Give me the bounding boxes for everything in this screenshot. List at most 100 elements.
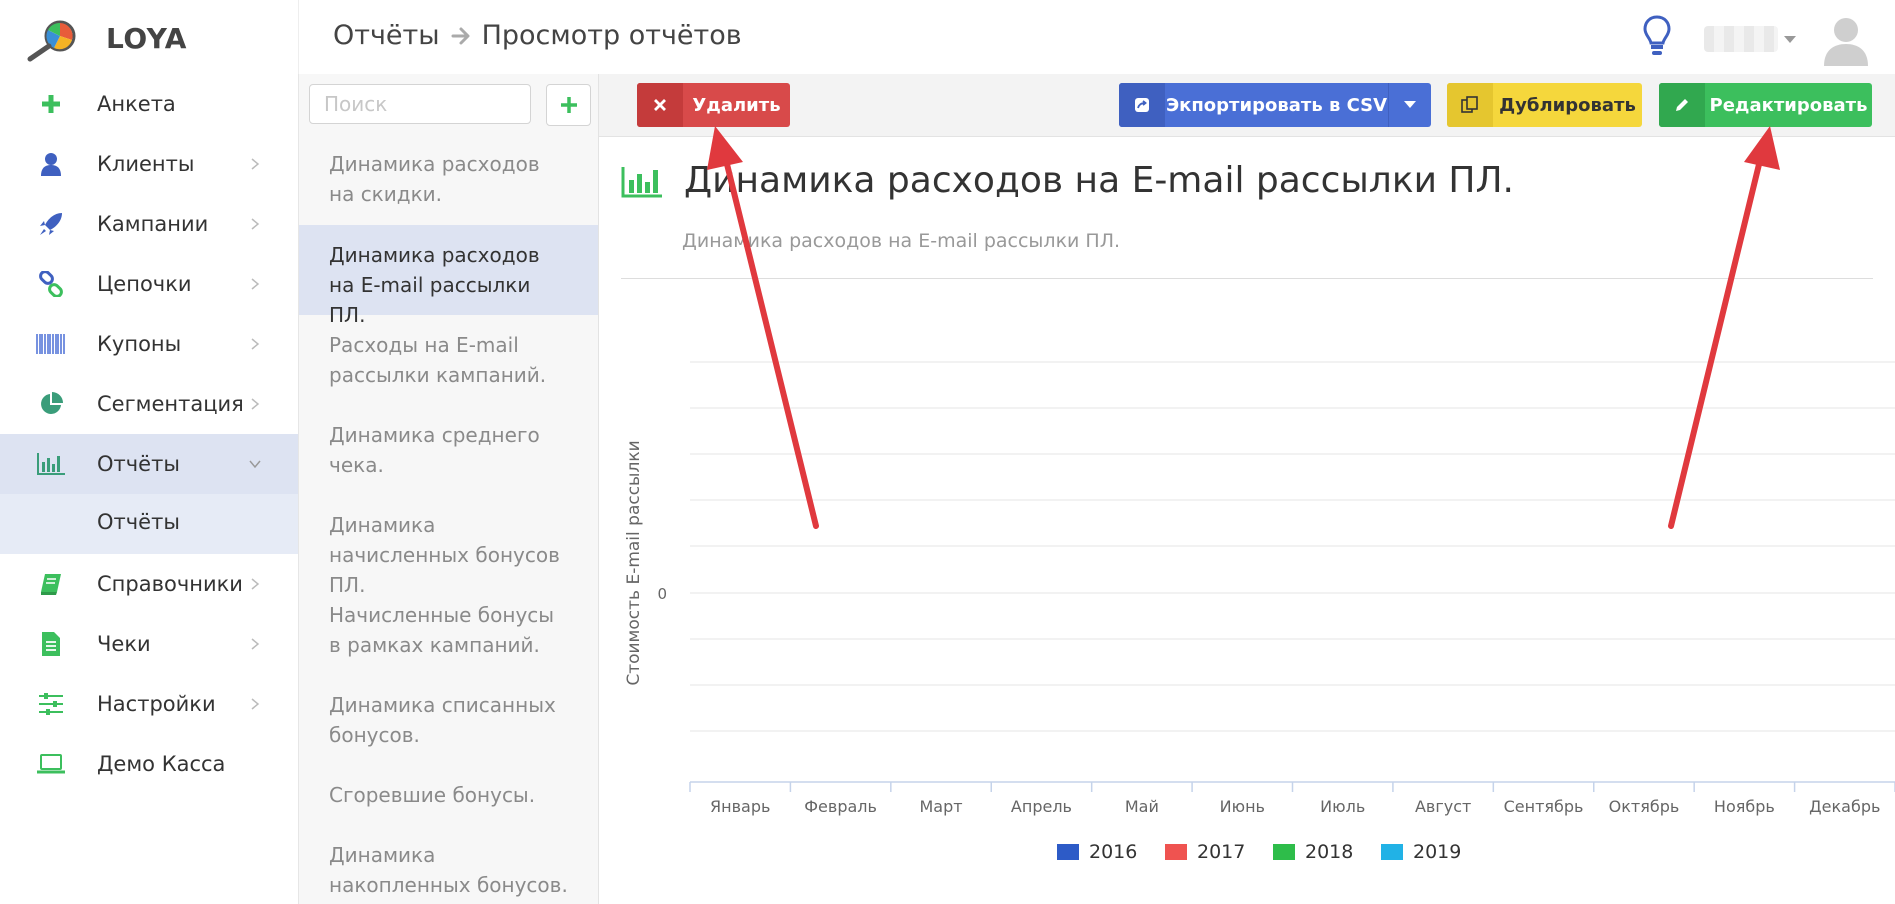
sidebar-item-settings[interactable]: Настройки xyxy=(0,674,298,734)
sidebar-item-campaigns[interactable]: Кампании xyxy=(0,194,298,254)
sidebar-item-label: Кампании xyxy=(97,212,209,236)
x-tick-label: Февраль xyxy=(804,797,877,816)
list-item[interactable]: Динамика списанных бонусов. xyxy=(299,675,598,765)
copy-icon xyxy=(1447,83,1493,127)
breadcrumb: Отчёты Просмотр отчётов xyxy=(333,20,742,51)
sidebar-item-reports[interactable]: Отчёты xyxy=(0,434,298,494)
breadcrumb-current: Просмотр отчётов xyxy=(481,20,742,51)
duplicate-button-label: Дублировать xyxy=(1499,94,1636,116)
book-icon xyxy=(36,570,66,598)
sidebar-subitem-label: Отчёты xyxy=(97,510,180,534)
list-item[interactable]: Динамика накопленных бонусов. xyxy=(299,825,598,904)
sidebar-item-segmentation[interactable]: Сегментация xyxy=(0,374,298,434)
sidebar-item-label: Демо Касса xyxy=(97,752,226,776)
close-icon xyxy=(637,83,683,127)
chevron-down-icon[interactable] xyxy=(1784,36,1796,43)
sidebar-item-demo-pos[interactable]: Демо Касса xyxy=(0,734,298,794)
sidebar-item-label: Отчёты xyxy=(97,452,180,476)
sidebar-item-label: Сегментация xyxy=(97,392,244,416)
export-csv-button[interactable]: Экпортировать в CSV xyxy=(1119,83,1431,127)
list-item[interactable]: Сгоревшие бонусы. xyxy=(299,765,598,825)
edit-button[interactable]: Редактировать xyxy=(1659,83,1872,127)
legend-swatch xyxy=(1381,844,1403,860)
list-item-label: Динамика накопленных бонусов. xyxy=(329,843,568,897)
sidebar-item-coupons[interactable]: Купоны xyxy=(0,314,298,374)
avatar[interactable] xyxy=(1818,10,1874,66)
x-tick-label: Апрель xyxy=(1011,797,1072,816)
x-tick-label: Январь xyxy=(710,797,770,816)
list-item[interactable]: Начисленные бонусы в рамках кампаний. xyxy=(299,585,598,675)
report-subtitle: Динамика расходов на E-mail рассылки ПЛ. xyxy=(682,230,1121,252)
list-item[interactable]: Расходы на E-mail рассылки кампаний. xyxy=(299,315,598,405)
sidebar-item-survey[interactable]: Анкета xyxy=(0,74,298,134)
logo-icon[interactable] xyxy=(24,18,82,62)
brand-name[interactable]: LOYA xyxy=(106,22,187,55)
x-tick-label: Декабрь xyxy=(1809,797,1880,816)
x-tick-label: Ноябрь xyxy=(1714,797,1775,816)
arrow-right-icon xyxy=(451,27,470,44)
chevron-right-icon xyxy=(251,638,260,650)
chevron-down-icon[interactable] xyxy=(1388,83,1431,127)
x-tick-label: Июнь xyxy=(1220,797,1265,816)
chevron-right-icon xyxy=(251,278,260,290)
sidebar-item-receipts[interactable]: Чеки xyxy=(0,614,298,674)
sidebar-item-label: Анкета xyxy=(97,92,176,116)
x-tick-label: Март xyxy=(919,797,962,816)
x-tick-label: Август xyxy=(1415,797,1471,816)
edit-button-label: Редактировать xyxy=(1709,94,1868,116)
legend-label: 2017 xyxy=(1197,841,1245,863)
link-icon xyxy=(36,270,66,298)
sidebar-subitem-reports[interactable]: Отчёты xyxy=(0,494,298,554)
search-input[interactable] xyxy=(309,84,531,124)
report-title: Динамика расходов на E-mail рассылки ПЛ. xyxy=(684,160,1514,201)
duplicate-button[interactable]: Дублировать xyxy=(1447,83,1642,127)
sidebar-item-label: Чеки xyxy=(97,632,151,656)
sidebar-item-directories[interactable]: Справочники xyxy=(0,554,298,614)
list-item-label: Начисленные бонусы в рамках кампаний. xyxy=(329,603,555,657)
x-tick-label: Октябрь xyxy=(1609,797,1680,816)
legend-swatch xyxy=(1165,844,1187,860)
pencil-icon xyxy=(1659,83,1705,127)
list-item[interactable]: Динамика расходов на скидки. xyxy=(299,149,598,224)
list-item-label: Динамика списанных бонусов. xyxy=(329,693,556,747)
export-csv-label: Экпортировать в CSV xyxy=(1165,94,1388,116)
add-report-button[interactable] xyxy=(546,84,591,126)
report-chart: 0 Стоимость E-mail рассылки Январь Февраль М… xyxy=(624,361,1895,863)
legend-swatch xyxy=(1273,844,1295,860)
legend-label: 2016 xyxy=(1089,841,1137,863)
chevron-right-icon xyxy=(251,578,260,590)
bar-chart-icon xyxy=(36,450,66,478)
x-tick-label: Июль xyxy=(1320,797,1365,816)
laptop-icon xyxy=(36,750,66,778)
pie-chart-icon xyxy=(36,390,66,418)
share-icon xyxy=(1119,83,1165,127)
rocket-icon xyxy=(36,210,66,238)
delete-button-label: Удалить xyxy=(692,94,781,116)
list-item-label: Динамика расходов на скидки. xyxy=(329,152,540,206)
plus-icon xyxy=(36,90,66,118)
sidebar-item-label: Настройки xyxy=(97,692,216,716)
delete-button[interactable]: Удалить xyxy=(637,83,790,127)
sidebar-item-label: Купоны xyxy=(97,332,182,356)
lightbulb-icon[interactable] xyxy=(1642,14,1672,58)
list-item[interactable]: Динамика начисленных бонусов ПЛ. xyxy=(299,495,598,597)
barcode-icon xyxy=(36,330,66,358)
breadcrumb-reports[interactable]: Отчёты xyxy=(333,20,440,51)
user-name-blurred[interactable] xyxy=(1704,26,1778,52)
list-item-label: Динамика среднего чека. xyxy=(329,423,540,477)
report-toolbar: Удалить Экпортировать в CSV Дублировать … xyxy=(599,74,1895,137)
list-item-label: Расходы на E-mail рассылки кампаний. xyxy=(329,333,547,387)
chevron-right-icon xyxy=(251,398,260,410)
sidebar: Анкета Клиенты Кампании Цепочки Купоны С… xyxy=(0,74,299,904)
chevron-down-icon xyxy=(249,460,261,469)
y-axis-label: Стоимость E-mail рассылки xyxy=(624,440,644,685)
sidebar-item-clients[interactable]: Клиенты xyxy=(0,134,298,194)
user-icon xyxy=(36,150,66,178)
sidebar-item-chains[interactable]: Цепочки xyxy=(0,254,298,314)
chevron-right-icon xyxy=(251,698,260,710)
divider xyxy=(621,278,1873,279)
list-item-selected[interactable]: Динамика расходов на E-mail рассылки ПЛ. xyxy=(299,225,598,327)
legend-label: 2018 xyxy=(1305,841,1353,863)
list-item-label: Сгоревшие бонусы. xyxy=(329,783,536,807)
list-item[interactable]: Динамика среднего чека. xyxy=(299,405,598,495)
